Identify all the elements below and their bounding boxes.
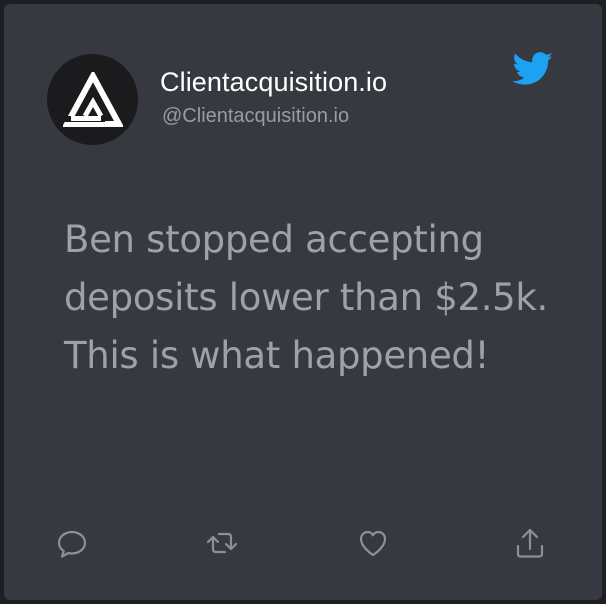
twitter-bird-icon: [512, 52, 554, 91]
share-button[interactable]: [512, 525, 548, 561]
retweet-button[interactable]: [204, 525, 240, 561]
like-button[interactable]: [355, 525, 391, 561]
account-name[interactable]: Clientacquisition.io: [160, 67, 387, 98]
avatar[interactable]: [47, 54, 138, 145]
clientacquisition-logo: [63, 72, 123, 127]
account-handle[interactable]: @Clientacquisition.io: [162, 105, 349, 128]
tweet-card: Clientacquisition.io @Clientacquisition.…: [4, 4, 602, 600]
like-icon: [359, 530, 387, 557]
reply-icon: [57, 530, 87, 558]
tweet-text: Ben stopped accepting deposits lower tha…: [64, 218, 549, 377]
reply-button[interactable]: [54, 525, 90, 561]
share-icon: [516, 528, 544, 558]
retweet-icon: [206, 532, 238, 554]
